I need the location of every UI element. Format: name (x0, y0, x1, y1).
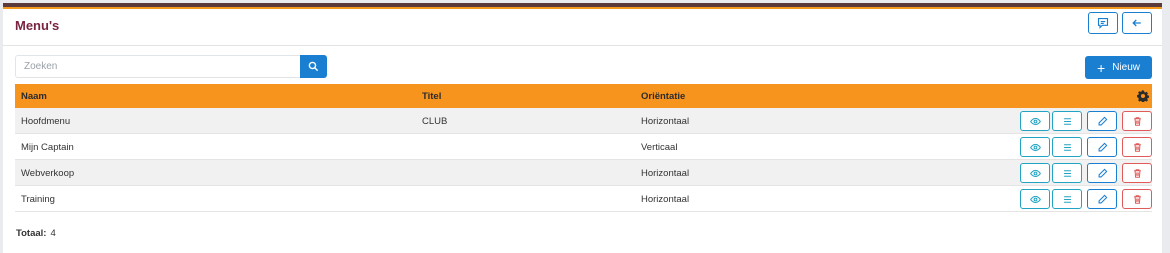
cell-titel: CLUB (422, 116, 448, 127)
edit-button[interactable] (1087, 163, 1117, 183)
cell-naam: Hoofdmenu (21, 116, 71, 127)
cell-orientatie: Horizontaal (641, 168, 690, 179)
menus-panel: Menu's + Nieuw Naam Titel Oriëntatie Hoo… (3, 3, 1162, 253)
trash-icon (1133, 142, 1141, 152)
plus-icon: + (1097, 59, 1106, 76)
delete-button[interactable] (1122, 163, 1152, 183)
eye-icon (1029, 143, 1041, 151)
eye-icon (1029, 117, 1041, 125)
items-button[interactable] (1052, 163, 1082, 183)
pencil-icon (1098, 116, 1107, 125)
arrow-left-icon (1132, 19, 1141, 27)
list-icon (1063, 169, 1071, 177)
cell-orientatie: Horizontaal (641, 116, 690, 127)
items-button[interactable] (1052, 111, 1082, 131)
eye-icon (1029, 195, 1041, 203)
edit-button[interactable] (1087, 111, 1117, 131)
column-header-titel[interactable]: Titel (422, 91, 441, 102)
list-icon (1063, 195, 1071, 203)
feedback-button[interactable] (1088, 12, 1118, 34)
cell-naam: Mijn Captain (21, 142, 74, 153)
view-button[interactable] (1020, 111, 1050, 131)
back-button[interactable] (1122, 12, 1152, 34)
column-header-naam[interactable]: Naam (21, 91, 47, 102)
table-row[interactable]: Mijn Captain Verticaal (15, 134, 1152, 160)
new-button-label: Nieuw (1112, 62, 1140, 73)
panel-header (3, 9, 1162, 46)
cell-orientatie: Verticaal (641, 142, 678, 153)
delete-button[interactable] (1122, 189, 1152, 209)
total-value: 4 (50, 228, 56, 239)
table-row[interactable]: Webverkoop Horizontaal (15, 160, 1152, 186)
trash-icon (1133, 194, 1141, 204)
search-input[interactable] (15, 55, 300, 78)
cell-naam: Training (21, 194, 55, 205)
list-icon (1063, 143, 1071, 151)
page-title: Menu's (15, 18, 60, 33)
view-button[interactable] (1020, 137, 1050, 157)
cell-naam: Webverkoop (21, 168, 75, 179)
eye-icon (1029, 169, 1041, 177)
new-menu-button[interactable]: + Nieuw (1085, 56, 1152, 79)
delete-button[interactable] (1122, 137, 1152, 157)
table-row[interactable]: Hoofdmenu CLUB Horizontaal (15, 108, 1152, 134)
search-icon (308, 61, 319, 72)
delete-button[interactable] (1122, 111, 1152, 131)
trash-icon (1133, 168, 1141, 178)
view-button[interactable] (1020, 189, 1050, 209)
edit-button[interactable] (1087, 189, 1117, 209)
view-button[interactable] (1020, 163, 1050, 183)
column-header-orientatie[interactable]: Oriëntatie (641, 91, 685, 102)
list-icon (1063, 117, 1071, 125)
comment-icon (1097, 17, 1109, 29)
trash-icon (1133, 116, 1141, 126)
gear-icon[interactable] (1137, 90, 1149, 102)
total-count: Totaal: 4 (16, 228, 56, 239)
cell-orientatie: Horizontaal (641, 194, 690, 205)
search-button[interactable] (300, 55, 327, 78)
table-row[interactable]: Training Horizontaal (15, 186, 1152, 212)
search-bar (15, 55, 327, 78)
items-button[interactable] (1052, 189, 1082, 209)
items-button[interactable] (1052, 137, 1082, 157)
edit-button[interactable] (1087, 137, 1117, 157)
pencil-icon (1098, 142, 1107, 151)
total-label: Totaal: (16, 228, 47, 239)
pencil-icon (1098, 194, 1107, 203)
pencil-icon (1098, 168, 1107, 177)
table-header: Naam Titel Oriëntatie (15, 84, 1152, 108)
